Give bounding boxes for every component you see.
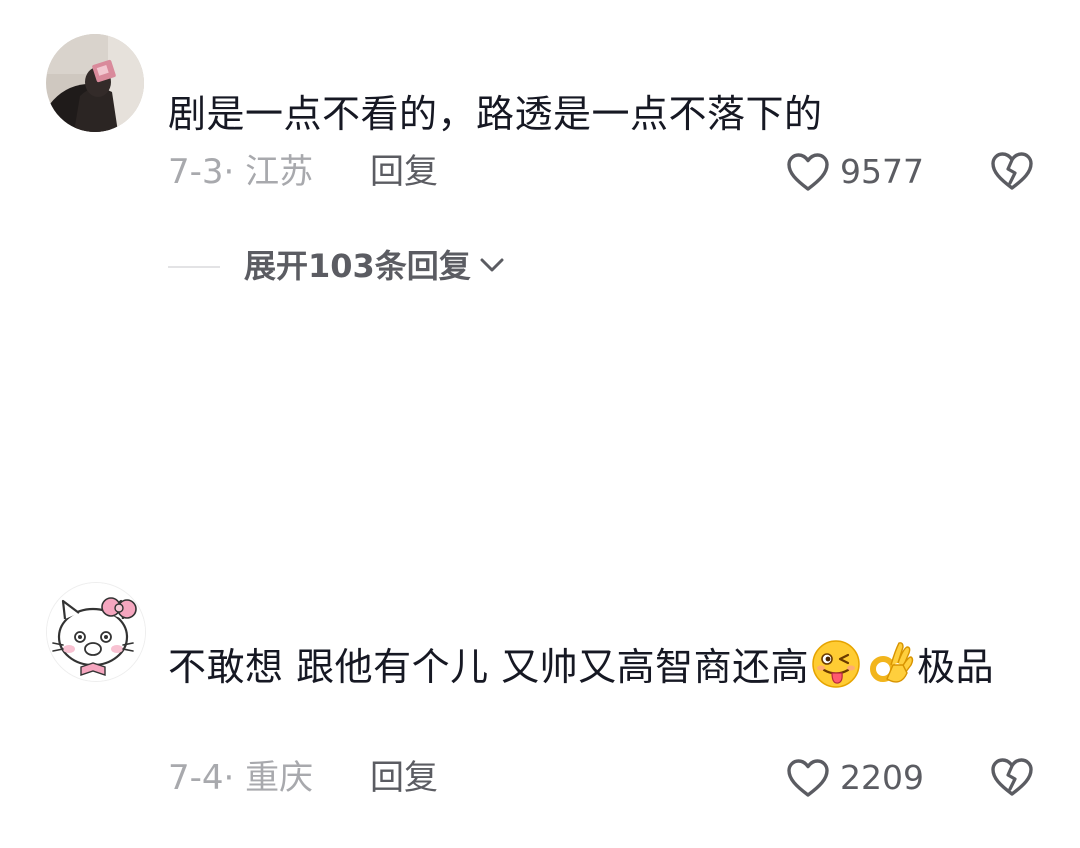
ok-hand-emoji xyxy=(870,642,914,683)
comment-text-part: 极品 xyxy=(917,645,995,689)
avatar[interactable] xyxy=(46,34,144,132)
dislike-button[interactable] xyxy=(990,756,1034,802)
expand-replies-label: 展开103条回复 xyxy=(244,247,471,285)
comment-text-part: 不敢想 跟他有个儿 又帅又高智商还高 xyxy=(168,645,810,689)
comment-date-location: 7-4· 重庆 xyxy=(168,758,314,798)
comment-date-location: 7-3· 江苏 xyxy=(168,152,314,192)
comment-text: 剧是一点不看的，路透是一点不落下的 xyxy=(168,92,823,136)
expand-replies-row: 展开103条回复 xyxy=(168,244,588,288)
comment-meta: 7-4· 重庆 回复 2209 xyxy=(168,756,1040,800)
comment-item: 剧是一点不看的，路透是一点不落下的 7-3· 江苏 回复 9577 展开103条… xyxy=(0,0,1080,300)
chevron-down-icon xyxy=(480,258,504,272)
divider xyxy=(168,266,220,268)
comment-item: 不敢想 跟他有个儿 又帅又高智商还高 极品 7-4· 重庆 回复 2209 xyxy=(0,560,1080,820)
comment-text: 不敢想 跟他有个儿 又帅又高智商还高 极品 xyxy=(168,639,1040,694)
dislike-button[interactable] xyxy=(990,150,1034,196)
comment-meta: 7-3· 江苏 回复 9577 xyxy=(168,150,1040,194)
winking-tongue-emoji xyxy=(812,640,860,688)
broken-heart-icon xyxy=(991,758,1033,796)
reply-button[interactable]: 回复 xyxy=(370,756,438,800)
like-count: 9577 xyxy=(840,152,924,191)
heart-outline-icon xyxy=(787,153,829,191)
broken-heart-icon xyxy=(991,152,1033,190)
like-count: 2209 xyxy=(840,758,924,797)
avatar[interactable] xyxy=(46,582,146,682)
reply-button[interactable]: 回复 xyxy=(370,150,438,194)
heart-outline-icon xyxy=(787,759,829,797)
expand-replies-button[interactable]: 展开103条回复 xyxy=(244,244,504,288)
